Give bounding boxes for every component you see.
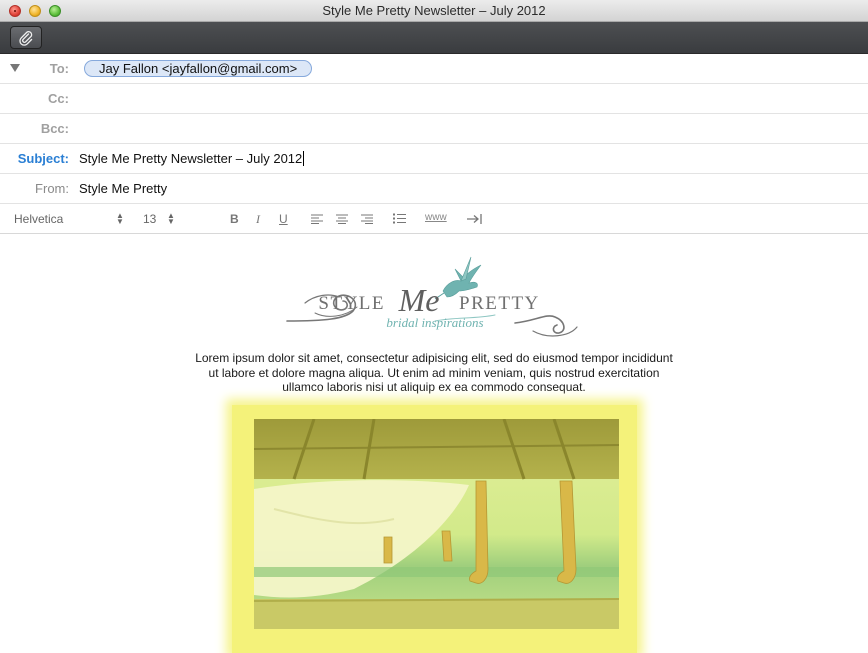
italic-button[interactable]: I xyxy=(256,212,260,227)
logo-wordmark-right: PRETTY xyxy=(459,293,540,314)
recipient-token[interactable]: Jay Fallon <jayfallon@gmail.com> xyxy=(84,60,313,77)
to-label: To: xyxy=(49,61,69,76)
window-title: Style Me Pretty Newsletter – July 2012 xyxy=(322,3,546,18)
align-center-icon[interactable] xyxy=(336,214,348,224)
close-window-button[interactable] xyxy=(9,5,21,17)
font-family-stepper-icon[interactable]: ▲ ▼ xyxy=(116,212,124,226)
style-me-pretty-logo: STYLE Me PRETTY bridal inspirations xyxy=(286,256,578,337)
from-label: From: xyxy=(35,181,69,196)
from-field[interactable]: Style Me Pretty xyxy=(79,181,167,196)
logo-tagline: bridal inspirations xyxy=(386,315,483,330)
logo-wordmark-script: Me xyxy=(398,282,440,318)
cc-row: Cc: xyxy=(0,84,868,114)
from-row: From: Style Me Pretty xyxy=(0,174,868,204)
header-fields-disclosure-icon[interactable] xyxy=(10,64,20,72)
logo-wordmark-left: STYLE xyxy=(318,293,385,314)
align-right-icon[interactable] xyxy=(361,214,373,224)
to-row: To: Jay Fallon <jayfallon@gmail.com> xyxy=(0,54,868,84)
window-titlebar: Style Me Pretty Newsletter – July 2012 xyxy=(0,0,868,22)
bulleted-list-icon[interactable] xyxy=(393,213,406,224)
paperclip-icon xyxy=(19,30,33,46)
align-left-icon[interactable] xyxy=(311,214,323,224)
indent-icon[interactable] xyxy=(467,214,483,224)
format-bar: Helvetica ▲ ▼ 13 ▲ ▼ B I U www xyxy=(0,204,868,234)
subject-text: Style Me Pretty Newsletter – July 2012 xyxy=(79,151,303,166)
compose-toolbar xyxy=(0,22,868,54)
attach-button[interactable] xyxy=(10,26,42,49)
right-flourish xyxy=(514,315,565,334)
subject-field[interactable]: Style Me Pretty Newsletter – July 2012 xyxy=(79,151,305,166)
insert-link-button[interactable]: www xyxy=(425,212,447,223)
text-caret xyxy=(303,151,305,166)
font-family-select[interactable]: Helvetica xyxy=(14,212,63,226)
underline-button[interactable]: U xyxy=(279,212,288,226)
bcc-label: Bcc: xyxy=(40,121,69,136)
cc-label: Cc: xyxy=(48,91,69,106)
bold-button[interactable]: B xyxy=(230,212,239,226)
newsletter-photo xyxy=(254,419,619,629)
bcc-row: Bcc: xyxy=(0,114,868,144)
zoom-window-button[interactable] xyxy=(49,5,61,17)
message-body[interactable]: STYLE Me PRETTY bridal inspirations Lore… xyxy=(0,235,868,653)
subject-label: Subject: xyxy=(17,151,69,166)
minimize-window-button[interactable] xyxy=(29,5,41,17)
subject-row: Subject: Style Me Pretty Newsletter – Ju… xyxy=(0,144,868,174)
font-size-select[interactable]: 13 xyxy=(143,212,156,226)
font-size-stepper-icon[interactable]: ▲ ▼ xyxy=(167,212,175,226)
message-paragraph: Lorem ipsum dolor sit amet, consectetur … xyxy=(195,351,673,394)
